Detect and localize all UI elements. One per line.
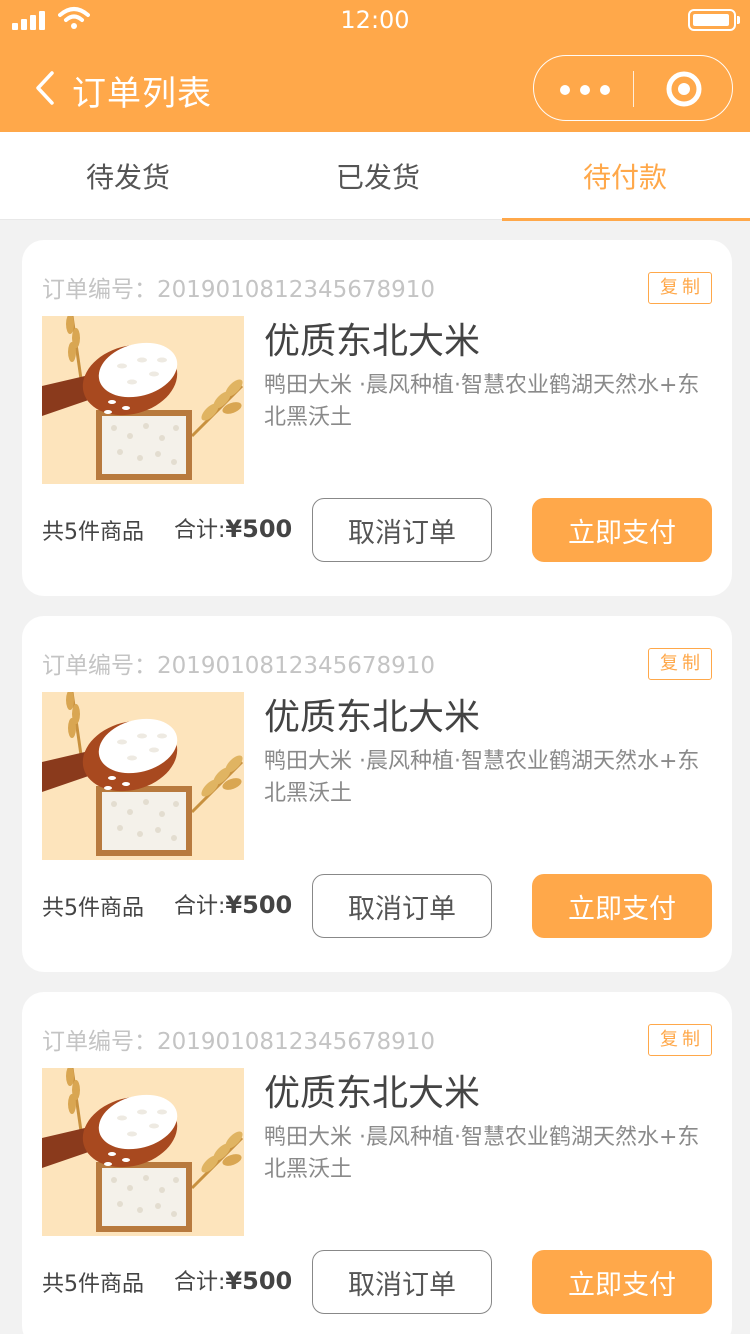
- battery-icon: [688, 9, 740, 31]
- mini-program-capsule: [533, 55, 733, 121]
- item-count: 共5件商品: [42, 520, 144, 545]
- item-count: 共5件商品: [42, 1272, 144, 1297]
- chevron-left-icon[interactable]: [30, 70, 60, 106]
- tab-shipped[interactable]: 已发货: [253, 132, 503, 220]
- order-number: 订单编号：2019010812345678910: [42, 277, 436, 303]
- product-title[interactable]: 优质东北大米: [264, 312, 480, 364]
- pay-now-button[interactable]: 立即支付: [532, 498, 712, 562]
- status-bar: 12:00: [0, 0, 750, 40]
- product-title[interactable]: 优质东北大米: [264, 688, 480, 740]
- status-time: 12:00: [340, 6, 410, 34]
- capsule-divider: [633, 71, 634, 107]
- cancel-order-button[interactable]: 取消订单: [312, 874, 492, 938]
- order-number: 订单编号：2019010812345678910: [42, 653, 436, 679]
- product-image[interactable]: [42, 692, 244, 860]
- product-image[interactable]: [42, 316, 244, 484]
- target-icon[interactable]: [665, 70, 703, 108]
- order-total: 合计:¥500: [174, 515, 293, 543]
- order-total: 合计:¥500: [174, 891, 293, 919]
- product-description: 鸭田大米 ·晨风种植·智慧农业鹤湖天然水+东北黑沃土: [264, 1125, 700, 1182]
- pay-now-button[interactable]: 立即支付: [532, 1250, 712, 1314]
- cancel-order-button[interactable]: 取消订单: [312, 1250, 492, 1314]
- order-card: 订单编号：2019010812345678910 复制 优质东北大米 鸭田大米 …: [22, 240, 732, 596]
- product-title[interactable]: 优质东北大米: [264, 1064, 480, 1116]
- copy-button[interactable]: 复制: [648, 648, 712, 680]
- pay-now-button[interactable]: 立即支付: [532, 874, 712, 938]
- order-card: 订单编号：2019010812345678910 复制 优质东北大米 鸭田大米 …: [22, 992, 732, 1334]
- copy-button[interactable]: 复制: [648, 1024, 712, 1056]
- product-description: 鸭田大米 ·晨风种植·智慧农业鹤湖天然水+东北黑沃土: [264, 373, 700, 430]
- tab-pending-shipment[interactable]: 待发货: [3, 132, 253, 220]
- order-total: 合计:¥500: [174, 1267, 293, 1295]
- app-header: 12:00 订单列表: [0, 0, 750, 132]
- order-card: 订单编号：2019010812345678910 复制 优质东北大米 鸭田大米 …: [22, 616, 732, 972]
- product-description: 鸭田大米 ·晨风种植·智慧农业鹤湖天然水+东北黑沃土: [264, 749, 700, 806]
- copy-button[interactable]: 复制: [648, 272, 712, 304]
- tab-pending-payment[interactable]: 待付款: [500, 132, 750, 221]
- item-count: 共5件商品: [42, 896, 144, 921]
- cancel-order-button[interactable]: 取消订单: [312, 498, 492, 562]
- product-image[interactable]: [42, 1068, 244, 1236]
- order-status-tabs: 待发货 已发货 待付款: [0, 132, 750, 221]
- order-number: 订单编号：2019010812345678910: [42, 1029, 436, 1055]
- more-dots-icon[interactable]: [558, 74, 612, 104]
- page-title: 订单列表: [72, 74, 212, 114]
